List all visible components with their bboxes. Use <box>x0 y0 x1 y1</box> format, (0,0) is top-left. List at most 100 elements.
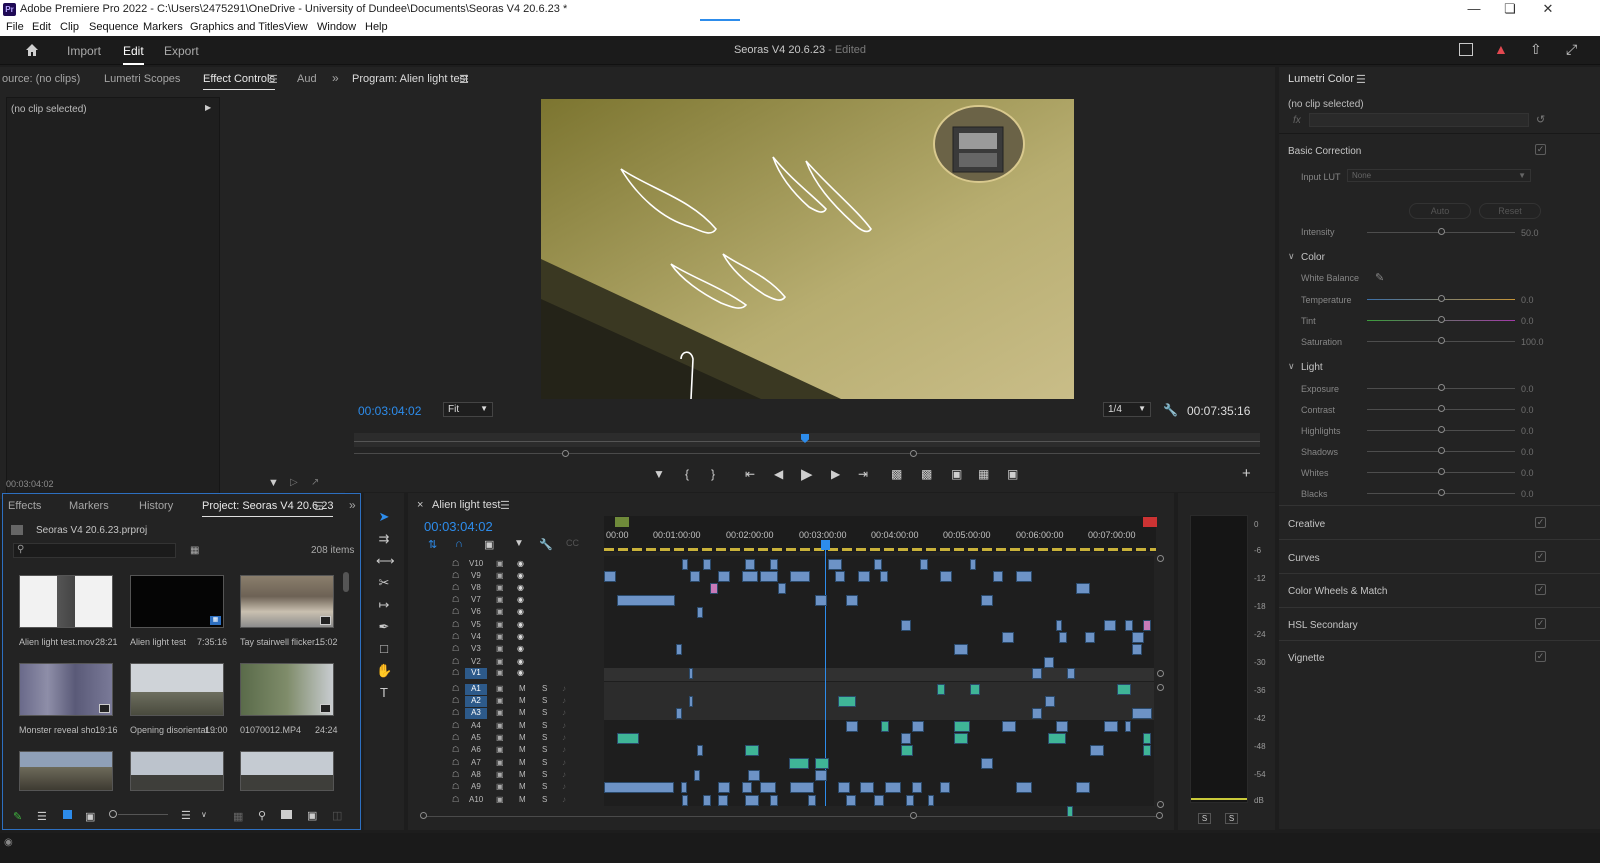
timeline-clip[interactable] <box>981 595 993 606</box>
thumbnail-opening-disorientation[interactable] <box>130 663 224 716</box>
solo-button[interactable]: S <box>542 795 547 804</box>
mute-button[interactable]: M <box>519 696 526 705</box>
voice-over-icon[interactable]: ♪ <box>562 696 566 705</box>
vertical-scroll-bottom[interactable] <box>1157 801 1164 808</box>
program-tab[interactable]: Program: Alien light test <box>352 73 468 85</box>
pencil-icon[interactable]: ✎ <box>13 810 22 823</box>
eye-icon[interactable]: ◉ <box>517 644 524 653</box>
razor-tool-icon[interactable]: ✂ <box>376 575 392 591</box>
mute-button[interactable]: M <box>519 684 526 693</box>
lift-icon[interactable]: ▩ <box>891 467 902 481</box>
track-label-a10[interactable]: A10 <box>469 795 483 804</box>
voice-over-icon[interactable]: ♪ <box>562 684 566 693</box>
reset-button[interactable]: Reset <box>1479 203 1541 219</box>
sync-lock-icon[interactable]: ▣ <box>496 733 504 742</box>
track-label-v9[interactable]: V9 <box>471 571 481 580</box>
icon-view-icon[interactable] <box>63 810 72 819</box>
contrast-knob[interactable] <box>1438 405 1445 412</box>
temperature-knob[interactable] <box>1438 295 1445 302</box>
lock-icon[interactable]: ☖ <box>452 559 459 568</box>
sort-dropdown-icon[interactable]: ∨ <box>201 810 207 819</box>
lumetri-menu-icon[interactable]: ☰ <box>1356 73 1366 86</box>
timeline-clip[interactable] <box>1085 632 1095 643</box>
curves-checkbox[interactable]: ✓ <box>1535 551 1546 562</box>
timeline-clip[interactable] <box>689 696 693 707</box>
resolution-dropdown[interactable]: 1/4 ▼ <box>1103 402 1151 417</box>
button-editor-icon[interactable]: + <box>1242 465 1251 482</box>
basic-correction-header[interactable]: Basic Correction <box>1288 146 1361 157</box>
add-marker-timeline-icon[interactable]: ▼ <box>514 538 524 549</box>
zoom-slider-knob[interactable] <box>109 810 117 818</box>
timeline-clip[interactable] <box>808 795 816 806</box>
menu-window[interactable]: Window <box>317 21 356 33</box>
thumbnail-monster-reveal[interactable] <box>19 663 113 716</box>
timeline-clip[interactable] <box>901 745 913 756</box>
sync-lock-icon[interactable]: ▣ <box>496 559 504 568</box>
timeline-clip[interactable] <box>846 595 858 606</box>
timeline-clip[interactable] <box>815 758 829 769</box>
timeline-clip[interactable] <box>1016 782 1032 793</box>
timeline-clip[interactable] <box>778 583 786 594</box>
zoom-slider[interactable] <box>118 814 168 815</box>
find-icon[interactable]: ⚲ <box>258 809 266 822</box>
mute-button[interactable]: M <box>519 758 526 767</box>
restore-icon[interactable]: ❏ <box>1495 1 1525 17</box>
mark-in-icon[interactable]: { <box>685 467 689 481</box>
timeline-clip[interactable] <box>1132 644 1142 655</box>
voice-over-icon[interactable]: ♪ <box>562 733 566 742</box>
lock-icon[interactable]: ☖ <box>452 782 459 791</box>
extract-icon[interactable]: ▩ <box>921 467 932 481</box>
thumbnail-bridge-1[interactable] <box>130 751 224 791</box>
menu-help[interactable]: Help <box>365 21 388 33</box>
saturation-knob[interactable] <box>1438 337 1445 344</box>
lock-icon[interactable]: ☖ <box>452 684 459 693</box>
track-label-a1[interactable]: A1 <box>465 684 487 695</box>
timeline-clip[interactable] <box>1104 721 1118 732</box>
timeline-clip[interactable] <box>1076 782 1090 793</box>
intensity-value[interactable]: 50.0 <box>1521 228 1539 238</box>
lock-icon[interactable]: ☖ <box>452 795 459 804</box>
sync-lock-icon[interactable]: ▣ <box>496 583 504 592</box>
solo-left-button[interactable]: S <box>1198 813 1211 824</box>
timeline-clip[interactable] <box>885 782 901 793</box>
freeform-view-icon[interactable]: ▣ <box>85 810 95 823</box>
track-label-v8[interactable]: V8 <box>471 583 481 592</box>
mute-button[interactable]: M <box>519 745 526 754</box>
mute-button[interactable]: M <box>519 733 526 742</box>
timeline-clip[interactable] <box>760 571 778 582</box>
snap-icon[interactable]: ∩ <box>455 538 463 550</box>
timeline-clip[interactable] <box>690 571 700 582</box>
lock-icon[interactable]: ☖ <box>452 632 459 641</box>
timeline-clip[interactable] <box>940 782 950 793</box>
new-item-icon[interactable]: ▣ <box>307 809 317 822</box>
tab-effects[interactable]: Effects <box>8 500 41 512</box>
vertical-scroll-top[interactable] <box>1157 555 1164 562</box>
timeline-settings-icon[interactable]: 🔧 <box>539 538 553 551</box>
zoom-handle-left[interactable] <box>562 450 569 457</box>
creative-checkbox[interactable]: ✓ <box>1535 517 1546 528</box>
timeline-clip[interactable] <box>1132 632 1144 643</box>
timeline-clip[interactable] <box>993 571 1003 582</box>
timeline-clip[interactable] <box>846 721 858 732</box>
export-icon[interactable]: ↗ <box>311 477 319 488</box>
timeline-clip[interactable] <box>617 595 675 606</box>
timeline-clip[interactable] <box>790 782 814 793</box>
solo-button[interactable]: S <box>542 733 547 742</box>
close-icon[interactable]: ✕ <box>1533 1 1563 17</box>
lumetri-title[interactable]: Lumetri Color <box>1288 73 1354 85</box>
timeline-clip[interactable] <box>1067 668 1075 679</box>
eye-icon[interactable]: ◉ <box>517 607 524 616</box>
timeline-clip[interactable] <box>1125 620 1133 631</box>
eye-icon[interactable]: ◉ <box>517 632 524 641</box>
captions-icon[interactable]: CC <box>566 538 579 548</box>
timeline-clip[interactable] <box>954 644 968 655</box>
timeline-clip[interactable] <box>790 571 810 582</box>
timeline-clip[interactable] <box>912 782 922 793</box>
timeline-clip[interactable] <box>970 684 980 695</box>
color-wheels-checkbox[interactable]: ✓ <box>1535 584 1546 595</box>
hsl-secondary-section[interactable]: HSL Secondary <box>1288 620 1358 631</box>
linked-selection-icon[interactable]: ▣ <box>484 538 494 551</box>
vignette-checkbox[interactable]: ✓ <box>1535 651 1546 662</box>
timeline-clip[interactable] <box>703 795 711 806</box>
timeline-tab[interactable]: Alien light test <box>432 499 500 511</box>
